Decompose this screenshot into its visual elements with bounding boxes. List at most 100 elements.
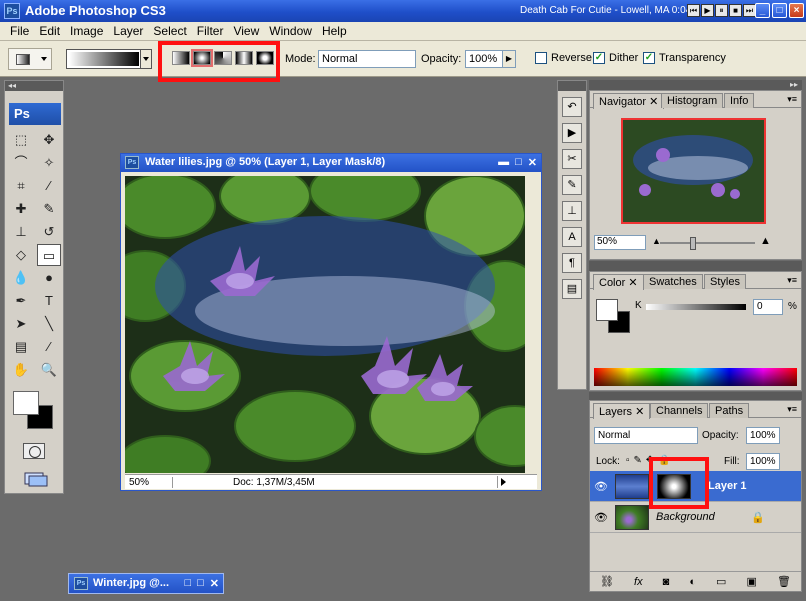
type-tool-icon[interactable]: T	[37, 290, 61, 312]
restore-icon[interactable]: □	[184, 577, 191, 590]
layer-comps-panel-icon[interactable]: ▤	[562, 279, 582, 299]
app-icon[interactable]: Ps	[4, 3, 20, 19]
foreground-color-swatch[interactable]	[13, 391, 39, 415]
menu-filter[interactable]: Filter	[193, 24, 230, 38]
maximize-icon[interactable]: □	[515, 156, 522, 169]
quick-mask-button[interactable]	[23, 443, 45, 459]
visibility-eye-icon[interactable]: 👁	[594, 511, 608, 524]
minimize-icon[interactable]: ▬	[498, 156, 509, 169]
color-panel-header[interactable]	[589, 261, 802, 271]
pause-icon[interactable]: ⏸	[715, 4, 728, 17]
clone-source-panel-icon[interactable]: ⊥	[562, 201, 582, 221]
slice-tool-icon[interactable]: ⁄	[37, 175, 61, 197]
paragraph-panel-icon[interactable]: ¶	[562, 253, 582, 273]
menu-window[interactable]: Window	[265, 24, 318, 38]
tool-presets-panel-icon[interactable]: ✂	[562, 149, 582, 169]
zoom-out-icon[interactable]: ▲	[652, 236, 661, 246]
history-brush-tool-icon[interactable]: ↺	[37, 221, 61, 243]
visibility-eye-icon[interactable]: 👁	[594, 480, 608, 493]
history-panel-icon[interactable]: ↶	[562, 97, 582, 117]
lasso-tool-icon[interactable]: ⌒	[9, 152, 33, 174]
transparency-checkbox[interactable]: ✓ Transparency	[643, 52, 726, 64]
notes-tool-icon[interactable]: ▤	[9, 336, 33, 358]
minimize-button[interactable]: _	[755, 3, 770, 18]
layer-opacity-field[interactable]: 100%	[746, 427, 780, 444]
zoom-field[interactable]: 50%	[125, 476, 173, 488]
dodge-tool-icon[interactable]: ●	[37, 267, 61, 289]
navigator-preview[interactable]	[621, 118, 766, 224]
adjustment-layer-icon[interactable]: ◐	[689, 576, 696, 588]
menu-view[interactable]: View	[229, 24, 265, 38]
eraser-tool-icon[interactable]: ◇	[9, 244, 33, 266]
tab-layers[interactable]: Layers ✕	[593, 403, 651, 419]
layer-style-icon[interactable]: fx	[634, 576, 643, 588]
blur-tool-icon[interactable]: 💧	[9, 267, 33, 289]
menu-layer[interactable]: Layer	[109, 24, 149, 38]
dither-checkbox[interactable]: ✓ Dither	[593, 52, 638, 64]
vertical-scrollbar[interactable]	[526, 176, 540, 473]
opacity-slider-button[interactable]: ▶	[502, 50, 516, 68]
toolbox-header[interactable]: ◂◂	[5, 81, 63, 91]
menu-help[interactable]: Help	[318, 24, 353, 38]
panel-menu-icon[interactable]: ▾≡	[787, 275, 797, 286]
actions-panel-icon[interactable]: ▶	[562, 123, 582, 143]
gradient-tool-icon[interactable]: ▭	[37, 244, 61, 266]
navigator-zoom-field[interactable]: 50%	[594, 235, 646, 250]
line-tool-icon[interactable]: ╲	[37, 313, 61, 335]
k-slider[interactable]	[646, 304, 746, 310]
zoom-tool-icon[interactable]: 🔍	[37, 359, 61, 381]
opacity-field[interactable]: 100%	[465, 50, 503, 68]
fill-field[interactable]: 100%	[746, 453, 780, 470]
panel-menu-icon[interactable]: ▾≡	[787, 94, 797, 105]
gradient-picker[interactable]	[66, 49, 152, 69]
tab-histogram[interactable]: Histogram	[661, 93, 724, 108]
screen-mode-icon[interactable]	[23, 471, 49, 487]
healing-brush-tool-icon[interactable]: ✚	[9, 198, 33, 220]
mode-select[interactable]: Normal	[318, 50, 416, 68]
color-foreground-swatch[interactable]	[596, 299, 618, 321]
brush-tool-icon[interactable]: ✎	[37, 198, 61, 220]
k-value-field[interactable]: 0	[753, 299, 783, 315]
magic-wand-tool-icon[interactable]: ✧	[37, 152, 61, 174]
pen-tool-icon[interactable]: ✒	[9, 290, 33, 312]
character-panel-icon[interactable]: A	[562, 227, 582, 247]
link-layers-icon[interactable]: ⛓	[600, 575, 614, 588]
tab-swatches[interactable]: Swatches	[643, 274, 703, 289]
move-tool-icon[interactable]: ✥	[37, 129, 61, 151]
menu-edit[interactable]: Edit	[35, 24, 66, 38]
tab-paths[interactable]: Paths	[709, 403, 750, 418]
zoom-in-icon[interactable]: ▲	[760, 235, 771, 247]
tab-color[interactable]: Color ✕	[593, 274, 644, 290]
color-ramp[interactable]	[594, 368, 797, 386]
marquee-tool-icon[interactable]: ⬚	[9, 129, 33, 151]
menu-file[interactable]: File	[6, 24, 35, 38]
tab-info[interactable]: Info	[724, 93, 755, 108]
close-icon[interactable]: ✕	[210, 577, 219, 590]
panel-menu-icon[interactable]: ▾≡	[787, 404, 797, 415]
layer-blend-mode-select[interactable]: Normal	[594, 427, 698, 444]
new-layer-icon[interactable]: ▣	[747, 575, 757, 588]
menu-select[interactable]: Select	[149, 24, 192, 38]
tool-preset-picker[interactable]	[8, 48, 52, 70]
crop-tool-icon[interactable]: ⌗	[9, 175, 33, 197]
path-selection-tool-icon[interactable]: ➤	[9, 313, 33, 335]
add-mask-icon[interactable]: ◙	[663, 576, 670, 588]
eyedropper-tool-icon[interactable]: ⁄	[37, 336, 61, 358]
prev-icon[interactable]: ⏮	[687, 4, 700, 17]
document-title-bar[interactable]: Ps Water lilies.jpg @ 50% (Layer 1, Laye…	[121, 154, 541, 172]
hand-tool-icon[interactable]: ✋	[9, 359, 33, 381]
layer-row-background[interactable]: 👁 Background 🔒	[590, 502, 801, 533]
dock-header[interactable]	[558, 81, 586, 91]
close-button[interactable]: ×	[789, 3, 804, 18]
reverse-checkbox[interactable]: Reverse	[535, 52, 592, 64]
maximize-icon[interactable]: □	[197, 577, 204, 590]
play-icon[interactable]: ▶	[701, 4, 714, 17]
maximize-button[interactable]: □	[772, 3, 787, 18]
tab-styles[interactable]: Styles	[704, 274, 746, 289]
image-canvas[interactable]	[125, 176, 525, 473]
minimized-document[interactable]: Ps Winter.jpg @... □ □ ✕	[68, 573, 224, 594]
tab-navigator[interactable]: Navigator ✕	[593, 93, 665, 109]
status-menu-arrow-icon[interactable]	[497, 476, 507, 488]
stop-icon[interactable]: ■	[729, 4, 742, 17]
navigator-zoom-slider[interactable]	[660, 237, 755, 250]
